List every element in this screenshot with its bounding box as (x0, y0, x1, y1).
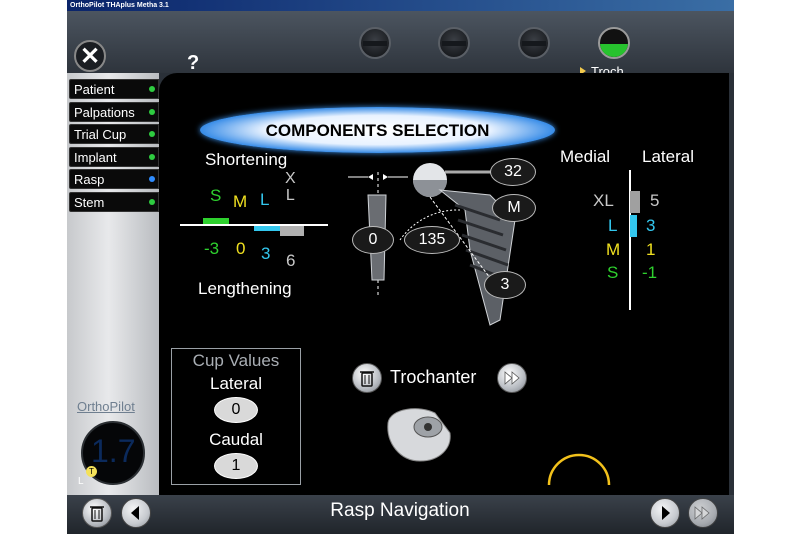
size-l-label: L (260, 190, 270, 209)
lateral-xl-bar (630, 191, 640, 213)
window-title: OrthoPilot THAplus Metha 3.1 (67, 0, 734, 11)
trash-icon (360, 371, 374, 387)
lengthening-label: Lengthening (198, 279, 292, 298)
lateral-value-s: -1 (642, 263, 658, 282)
size-xl-label: X L (285, 170, 296, 204)
lateral-value-m: 1 (646, 240, 656, 259)
medial-label: Medial (560, 147, 611, 166)
sidebar-item-implant[interactable]: Implant (69, 146, 159, 167)
size-s-label: S (210, 186, 222, 205)
close-button[interactable]: ✕ (74, 40, 106, 72)
cup-lateral-label: Lateral (210, 374, 262, 393)
lateral-size-l: L (608, 216, 618, 235)
step-indicator-trochanter[interactable] (598, 27, 630, 59)
size-l-value: 3 (261, 244, 271, 263)
trochanter-label: Trochanter (390, 367, 477, 387)
fast-forward-icon (694, 506, 710, 520)
trochanter-forward-button[interactable] (497, 363, 527, 393)
lateral-size-xl: XL (593, 191, 614, 210)
lateral-l-bar (630, 215, 637, 237)
step-indicator-2[interactable] (438, 27, 470, 59)
cup-lateral-value[interactable]: 0 (214, 397, 258, 423)
implant-diagram (348, 163, 516, 326)
shortening-label: Shortening (205, 150, 288, 169)
delete-button[interactable] (82, 498, 112, 528)
lateral-value-xl: 5 (650, 191, 660, 210)
size-xl-value: 6 (286, 251, 296, 270)
help-button[interactable]: ? (187, 52, 199, 75)
size-m-value: 0 (236, 239, 246, 258)
workflow-nav: Patient Palpations Trial Cup Implant Ras… (69, 79, 159, 215)
step-indicator-3[interactable] (518, 27, 550, 59)
sidebar-item-patient[interactable]: Patient (69, 79, 159, 99)
sidebar-item-rasp[interactable]: Rasp (69, 169, 159, 190)
back-button[interactable] (121, 498, 151, 528)
trochanter-delete-button[interactable] (352, 363, 382, 393)
head-size-value[interactable]: 32 (490, 158, 536, 186)
orthopilot-logo: OrthoPilot (77, 399, 135, 414)
footer-title: Rasp Navigation (330, 500, 470, 521)
neck-size-value[interactable]: M (492, 194, 536, 222)
size-m-label: M (233, 192, 248, 211)
chevron-left-icon (131, 506, 139, 520)
skip-forward-button[interactable] (688, 498, 718, 528)
gauge-side-label: L (78, 476, 84, 487)
lateral-label: Lateral (642, 147, 694, 166)
cup-caudal-label: Caudal (209, 430, 263, 449)
sidebar-item-palpations[interactable]: Palpations (69, 101, 159, 122)
size-l-bar (254, 226, 280, 231)
lateral-size-s: S (607, 263, 619, 282)
sidebar-item-stem[interactable]: Stem (69, 191, 159, 212)
next-button[interactable] (650, 498, 680, 528)
status-dot (149, 131, 155, 138)
lateral-value-l: 3 (646, 216, 656, 235)
cup-caudal-value[interactable]: 1 (214, 453, 258, 479)
gauge-value: 1.7 (91, 433, 136, 469)
fast-forward-icon (504, 371, 520, 385)
status-dot (149, 198, 155, 205)
offset-value[interactable]: 3 (484, 271, 526, 299)
trash-icon (90, 506, 104, 522)
step-indicator-1[interactable] (359, 27, 391, 59)
size-s-bar (203, 218, 229, 224)
status-dot (149, 86, 155, 92)
chevron-right-icon (662, 506, 670, 520)
status-dot (149, 153, 155, 160)
lateral-size-m: M (606, 240, 621, 259)
cup-values-title: Cup Values (192, 351, 280, 370)
gauge-marker: T (86, 466, 97, 477)
stem-angle-value: 0 (352, 226, 394, 254)
sidebar-item-trial-cup[interactable]: Trial Cup (69, 124, 159, 145)
close-icon: ✕ (79, 42, 101, 70)
top-bar: ✕ Troch. (67, 11, 734, 79)
status-dot (149, 108, 155, 115)
page-title: COMPONENTS SELECTION (265, 121, 490, 140)
size-xl-bar (280, 226, 304, 236)
trochanter-implant-image (387, 408, 451, 462)
ccd-angle-value: 135 (404, 226, 460, 254)
orientation-arc-icon (547, 453, 611, 486)
size-s-value: -3 (204, 239, 220, 258)
status-dot (149, 176, 155, 183)
leg-length-gauge: 1.7 T L (78, 421, 145, 487)
